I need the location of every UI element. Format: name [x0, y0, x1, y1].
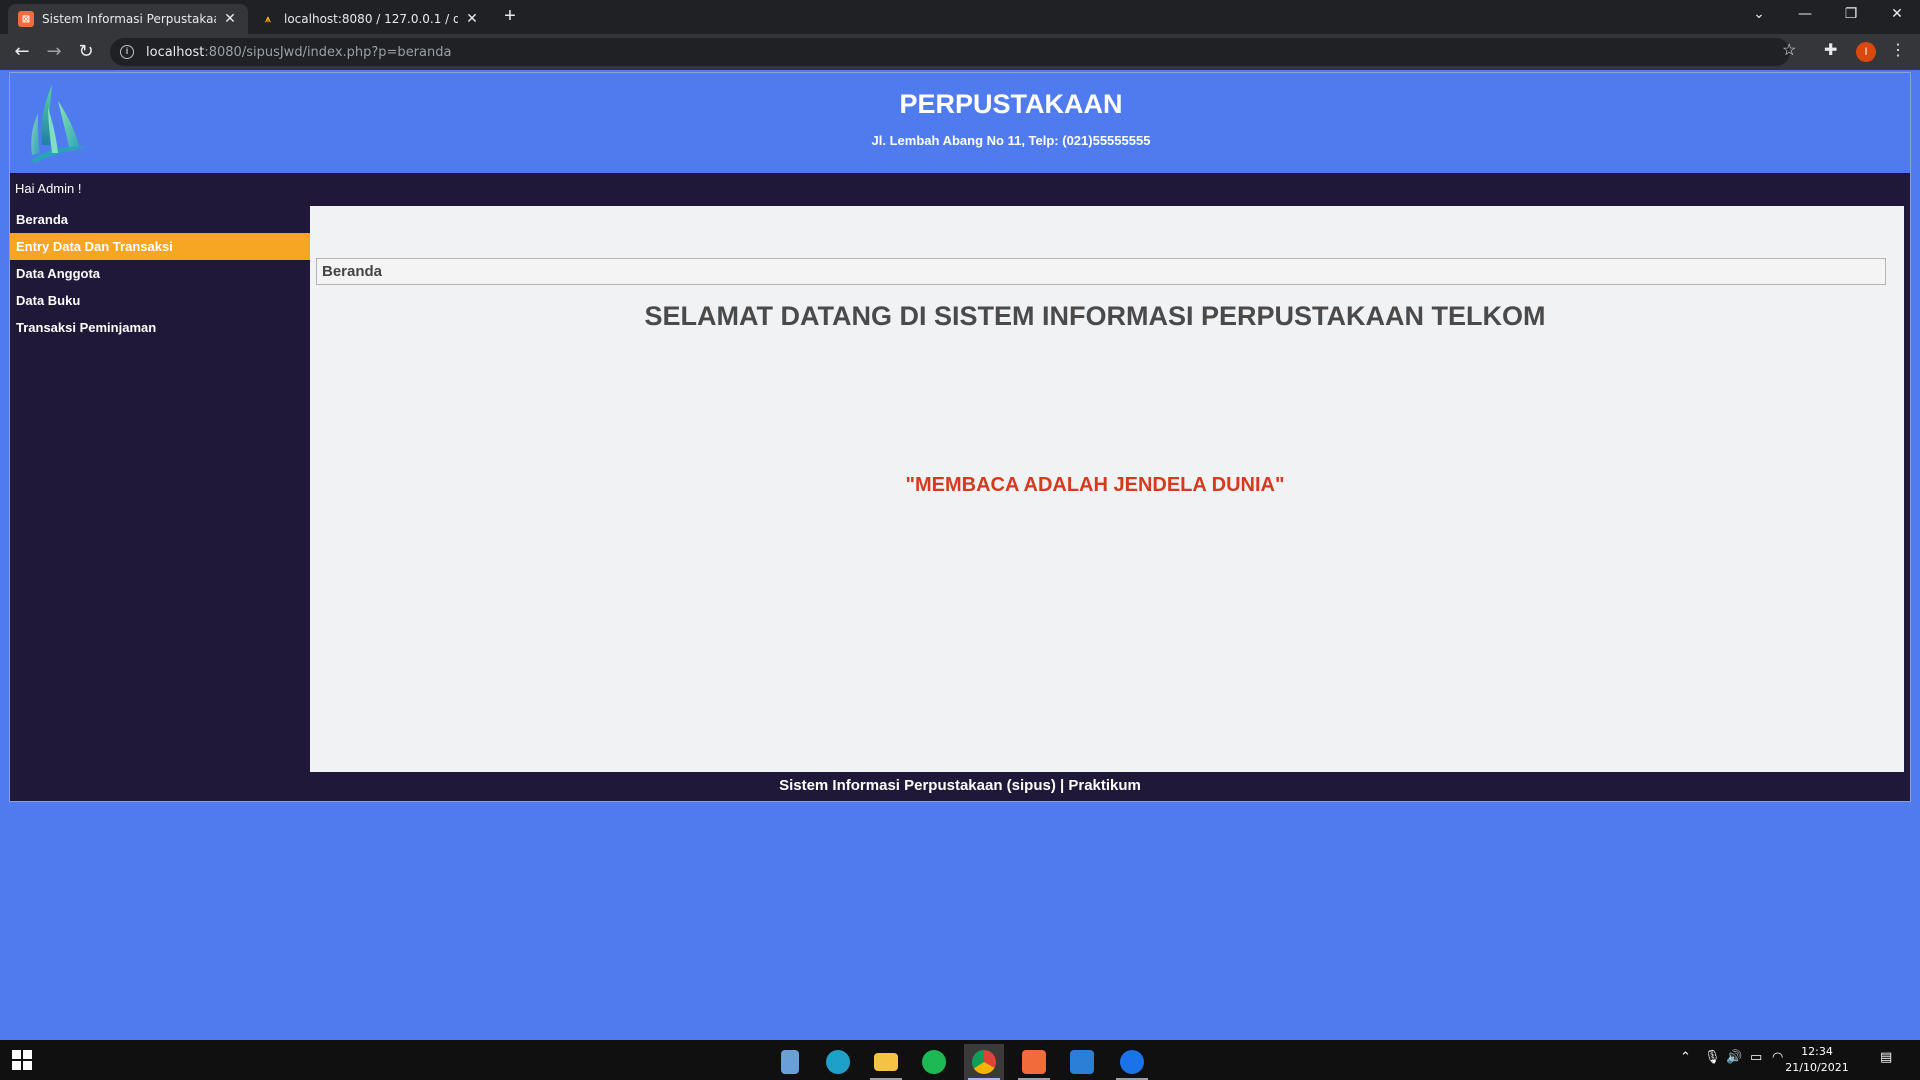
- address-bar[interactable]: i localhost:8080/sipusJwd/index.php?p=be…: [110, 38, 1790, 66]
- edge-app-icon[interactable]: [818, 1044, 858, 1080]
- volume-icon[interactable]: 🔊: [1726, 1050, 1742, 1065]
- browser-tab-bar: ⊠ Sistem Informasi Perpustakaan ✕ ⩚ loca…: [0, 0, 1920, 34]
- close-window-button[interactable]: ✕: [1874, 0, 1920, 30]
- reload-button[interactable]: ↻: [74, 40, 98, 64]
- minimize-button[interactable]: —: [1782, 0, 1828, 30]
- info-icon[interactable]: i: [120, 45, 134, 59]
- tab-title: Sistem Informasi Perpustakaan: [42, 12, 216, 26]
- tab-title: localhost:8080 / 127.0.0.1 / dbpu: [284, 12, 458, 26]
- notification-icon[interactable]: ▤: [1880, 1050, 1892, 1065]
- extensions-icon[interactable]: ✚: [1824, 40, 1837, 60]
- site-address: Jl. Lembah Abang No 11, Telp: (021)55555…: [871, 133, 1151, 148]
- browser-toolbar: ← → ↻ i localhost:8080/sipusJwd/index.ph…: [0, 34, 1920, 70]
- url-text: localhost:8080/sipusJwd/index.php?p=bera…: [146, 45, 451, 60]
- sidebar-item-data-buku[interactable]: Data Buku: [10, 287, 310, 314]
- close-icon[interactable]: ✕: [222, 11, 238, 27]
- menu-icon[interactable]: ⋮: [1890, 40, 1906, 60]
- clock-time: 12:34: [1801, 1045, 1833, 1058]
- spotify-app-icon[interactable]: [914, 1044, 954, 1080]
- sidebar-item-entry-data[interactable]: Entry Data Dan Transaksi: [10, 233, 310, 260]
- taskbar-clock[interactable]: 12:34 21/10/2021: [1782, 1044, 1852, 1076]
- quote-text: "MEMBACA ADALAH JENDELA DUNIA": [905, 474, 1285, 496]
- windows-start-icon[interactable]: [12, 1050, 32, 1070]
- notepad-app-icon[interactable]: [770, 1044, 810, 1080]
- site-header: PERPUSTAKAAN Jl. Lembah Abang No 11, Tel…: [10, 73, 1910, 173]
- site-footer: Sistem Informasi Perpustakaan (sipus) | …: [779, 777, 1141, 794]
- tab-phpmyadmin[interactable]: ⩚ localhost:8080 / 127.0.0.1 / dbpu ✕: [250, 4, 490, 34]
- new-tab-button[interactable]: +: [498, 5, 522, 29]
- maps-app-icon[interactable]: [1112, 1044, 1152, 1080]
- url-path: :8080/sipusJwd/index.php?p=beranda: [204, 44, 452, 60]
- sidebar-item-data-anggota[interactable]: Data Anggota: [10, 260, 310, 287]
- breadcrumb: Beranda: [316, 258, 1886, 285]
- battery-icon[interactable]: ▭: [1750, 1050, 1762, 1065]
- microphone-icon[interactable]: 🎙: [1704, 1050, 1721, 1065]
- show-hidden-icons-icon[interactable]: ⌃: [1680, 1050, 1691, 1065]
- phpmyadmin-icon: ⩚: [265, 13, 271, 25]
- sidebar-item-beranda[interactable]: Beranda: [10, 206, 310, 233]
- main-content: Beranda SELAMAT DATANG DI SISTEM INFORMA…: [310, 206, 1904, 772]
- file-explorer-app-icon[interactable]: [866, 1044, 906, 1080]
- xampp-icon: ⊠: [18, 11, 34, 27]
- profile-avatar[interactable]: I: [1856, 42, 1876, 62]
- restore-button[interactable]: ❐: [1828, 0, 1874, 30]
- windows-taskbar: ⌃ 🎙 🔊 ▭ ◠ 12:34 21/10/2021 ▤: [0, 1040, 1920, 1080]
- page-viewport: PERPUSTAKAAN Jl. Lembah Abang No 11, Tel…: [0, 70, 1920, 1040]
- vscode-app-icon[interactable]: [1062, 1044, 1102, 1080]
- chrome-app-icon[interactable]: [964, 1044, 1004, 1080]
- bookmark-star-icon[interactable]: ☆: [1782, 40, 1796, 60]
- page-container: PERPUSTAKAAN Jl. Lembah Abang No 11, Tel…: [9, 72, 1911, 802]
- greeting-text: Hai Admin !: [15, 181, 82, 196]
- url-host: localhost: [146, 44, 205, 60]
- xampp-app-icon[interactable]: [1014, 1044, 1054, 1080]
- sidebar-item-transaksi-peminjaman[interactable]: Transaksi Peminjaman: [10, 314, 310, 341]
- close-icon[interactable]: ✕: [464, 11, 480, 27]
- back-button[interactable]: ←: [10, 40, 34, 64]
- tab-search-icon[interactable]: ⌄: [1736, 0, 1782, 30]
- forward-button[interactable]: →: [42, 40, 66, 64]
- clock-date: 21/10/2021: [1785, 1061, 1849, 1074]
- welcome-heading: SELAMAT DATANG DI SISTEM INFORMASI PERPU…: [644, 301, 1546, 331]
- site-title: PERPUSTAKAAN: [899, 89, 1123, 119]
- sidebar-menu: Beranda Entry Data Dan Transaksi Data An…: [10, 206, 310, 341]
- tab-sistem-informasi[interactable]: ⊠ Sistem Informasi Perpustakaan ✕: [8, 4, 248, 34]
